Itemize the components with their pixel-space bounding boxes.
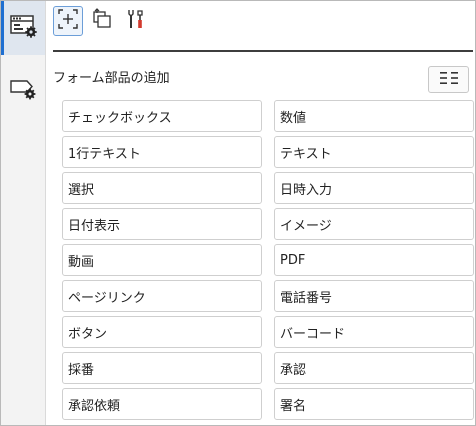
copy-layers-icon: [91, 8, 113, 34]
toolbar: [53, 5, 151, 37]
list-layout-icon: [439, 70, 459, 89]
part-button-select[interactable]: 選択: [62, 172, 262, 204]
rail-item-form-settings[interactable]: [1, 1, 45, 55]
part-button-image[interactable]: イメージ: [274, 208, 474, 240]
section-title: フォーム部品の追加: [53, 71, 170, 86]
form-parts-grid: チェックボックス 数値 1行テキスト テキスト 選択 日時入力 日付表示 イメー…: [62, 100, 474, 420]
part-button-phone-number[interactable]: 電話番号: [274, 280, 474, 312]
form-settings-icon: [9, 13, 37, 43]
tag-settings-icon: [9, 75, 37, 105]
part-button-button[interactable]: ボタン: [62, 316, 262, 348]
part-button-video[interactable]: 動画: [62, 244, 262, 276]
tools-icon: [125, 8, 147, 34]
part-button-numbering[interactable]: 採番: [62, 352, 262, 384]
copy-layers-button[interactable]: [87, 6, 117, 36]
part-button-number[interactable]: 数値: [274, 100, 474, 132]
part-button-text[interactable]: テキスト: [274, 136, 474, 168]
add-frame-button[interactable]: [53, 6, 83, 36]
part-button-signature[interactable]: 署名: [274, 388, 474, 420]
part-button-page-link[interactable]: ページリンク: [62, 280, 262, 312]
part-button-single-line-text[interactable]: 1行テキスト: [62, 136, 262, 168]
part-button-checkbox[interactable]: チェックボックス: [62, 100, 262, 132]
part-button-approval[interactable]: 承認: [274, 352, 474, 384]
layout-toggle-button[interactable]: [428, 66, 469, 93]
part-button-datetime-input[interactable]: 日時入力: [274, 172, 474, 204]
form-editor-panel: フォーム部品の追加 チェックボックス 数値 1行テキスト テキスト 選択 日時入…: [0, 0, 476, 426]
part-button-date-display[interactable]: 日付表示: [62, 208, 262, 240]
rail-item-tag-settings[interactable]: [1, 63, 45, 117]
tools-button[interactable]: [121, 6, 151, 36]
part-button-pdf[interactable]: PDF: [274, 244, 474, 276]
add-frame-icon: [57, 8, 79, 34]
side-rail: [1, 1, 46, 425]
toolbar-divider: [53, 50, 473, 52]
part-button-approval-request[interactable]: 承認依頼: [62, 388, 262, 420]
part-button-barcode[interactable]: バーコード: [274, 316, 474, 348]
